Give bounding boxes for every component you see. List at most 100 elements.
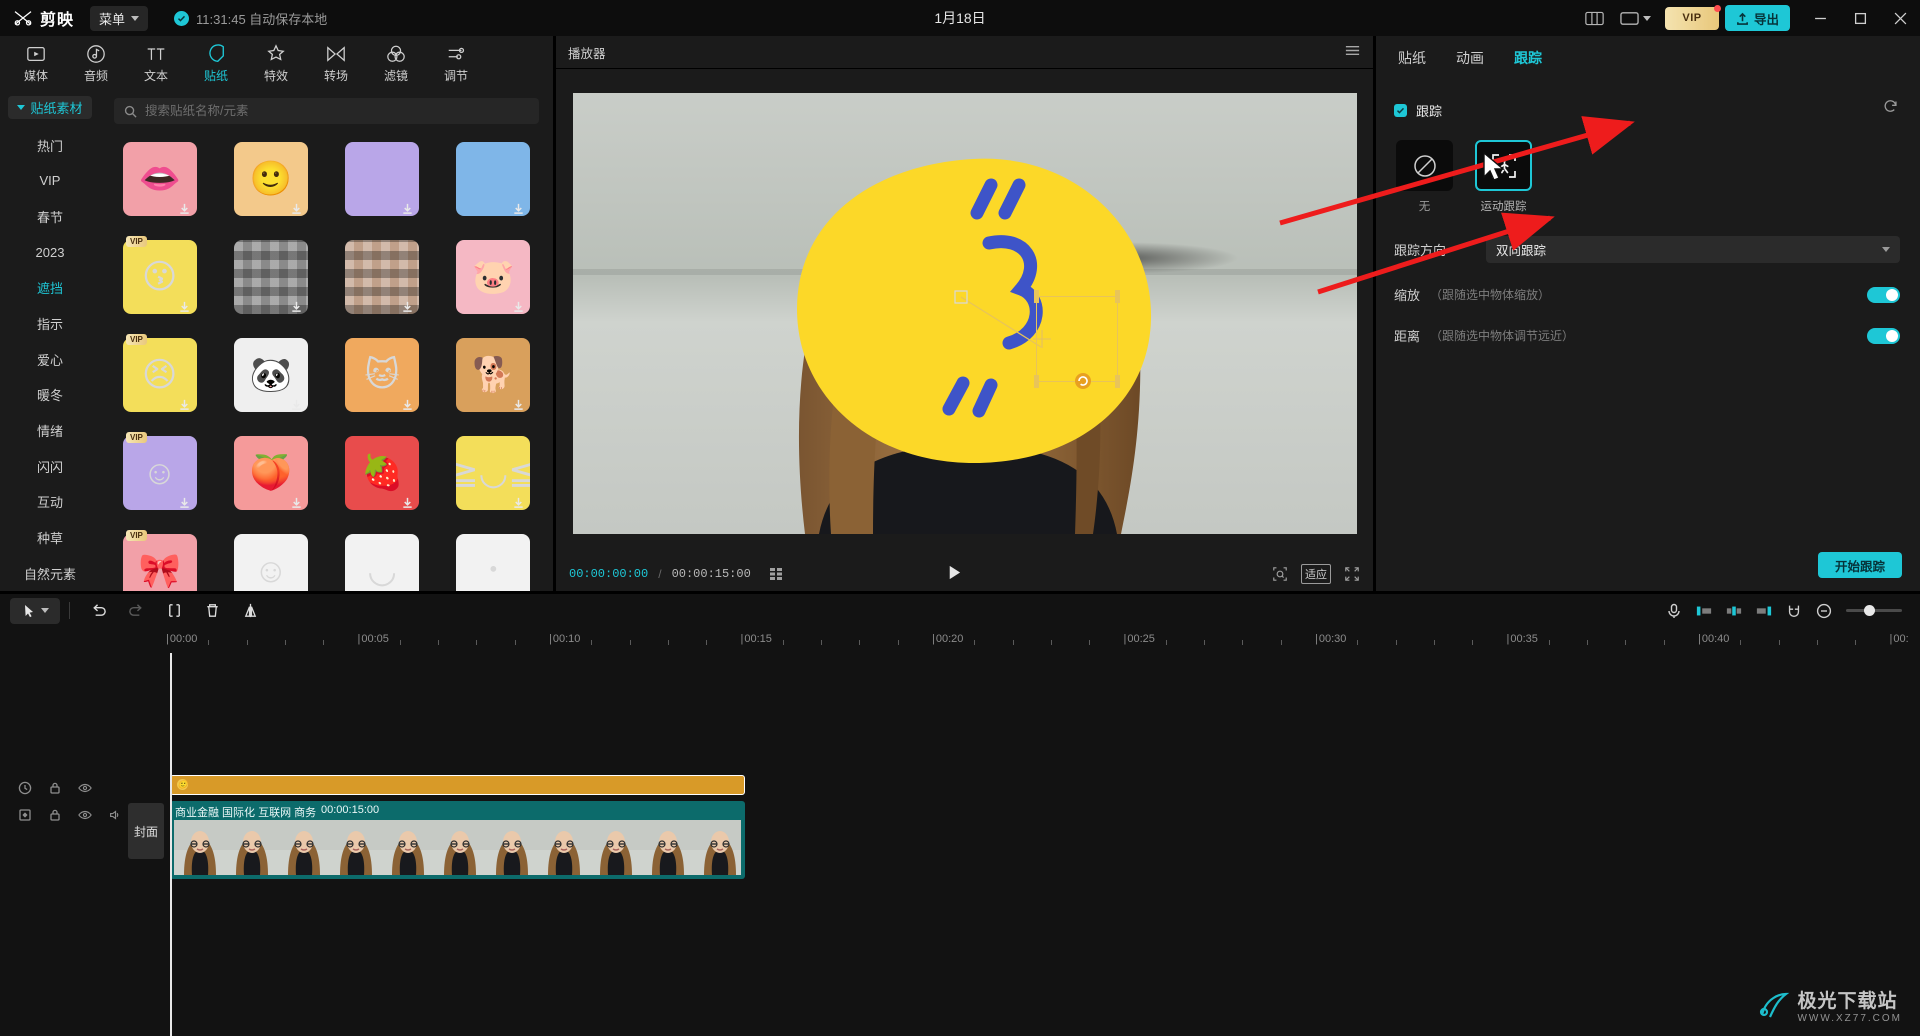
download-icon[interactable] bbox=[178, 300, 191, 316]
sticker-item[interactable]: 🐱 bbox=[335, 330, 430, 420]
snapshot-icon[interactable] bbox=[1272, 566, 1288, 582]
zoom-out-button[interactable] bbox=[1816, 603, 1832, 619]
download-icon[interactable] bbox=[290, 300, 303, 316]
sidebar-item-mood[interactable]: 情绪 bbox=[0, 413, 100, 449]
lock-icon[interactable] bbox=[48, 808, 62, 822]
download-icon[interactable] bbox=[512, 202, 525, 218]
distance-toggle[interactable] bbox=[1867, 328, 1900, 344]
player-menu-icon[interactable] bbox=[1344, 42, 1361, 62]
delete-button[interactable] bbox=[193, 598, 231, 624]
download-icon[interactable] bbox=[290, 398, 303, 414]
sidebar-item-indicator[interactable]: 指示 bbox=[0, 306, 100, 342]
cursor-select-button[interactable] bbox=[10, 598, 60, 624]
cover-label[interactable]: 封面 bbox=[128, 803, 164, 859]
sticker-item[interactable]: ≧◡≦ bbox=[446, 428, 541, 518]
sidebar-item-2023[interactable]: 2023 bbox=[0, 234, 100, 270]
align-left-button[interactable] bbox=[1696, 603, 1712, 619]
play-button[interactable] bbox=[945, 564, 962, 584]
lock-icon[interactable] bbox=[48, 781, 62, 795]
search-box[interactable] bbox=[114, 98, 539, 124]
playhead[interactable] bbox=[170, 653, 172, 1036]
sidebar-item-nature[interactable]: 自然元素 bbox=[0, 555, 100, 591]
download-icon[interactable] bbox=[401, 398, 414, 414]
tab-adjust[interactable]: 调节 bbox=[426, 40, 486, 84]
tracking-direction-select[interactable]: 双向跟踪 bbox=[1486, 236, 1900, 263]
vip-button[interactable]: VIP bbox=[1665, 7, 1719, 30]
microphone-button[interactable] bbox=[1666, 603, 1682, 619]
sticker-item[interactable]: 🐷 bbox=[446, 232, 541, 322]
minimize-button[interactable] bbox=[1800, 0, 1840, 36]
tab-sticker-properties[interactable]: 贴纸 bbox=[1398, 48, 1426, 68]
split-button[interactable] bbox=[155, 598, 193, 624]
tab-audio[interactable]: 音频 bbox=[66, 40, 126, 84]
download-icon[interactable] bbox=[512, 496, 525, 512]
sticker-item[interactable]: 🍓 bbox=[335, 428, 430, 518]
timeline-tracks-area[interactable]: 封面 🙂 商业金融 国际化 互联网 商务 00:00:15:00 bbox=[0, 653, 1920, 1036]
tracking-mode-none[interactable]: 无 bbox=[1396, 140, 1453, 214]
tracking-mode-motion[interactable]: 运动跟踪 bbox=[1475, 140, 1532, 214]
download-icon[interactable] bbox=[178, 496, 191, 512]
maximize-button[interactable] bbox=[1840, 0, 1880, 36]
download-icon[interactable] bbox=[401, 300, 414, 316]
tab-filter[interactable]: 滤镜 bbox=[366, 40, 426, 84]
sidebar-item-love[interactable]: 爱心 bbox=[0, 341, 100, 377]
sticker-item[interactable]: 🙂 bbox=[223, 134, 318, 224]
fit-scale-button[interactable]: 适应 bbox=[1301, 564, 1331, 584]
sticker-item[interactable]: ･ bbox=[446, 526, 541, 591]
tab-media[interactable]: 媒体 bbox=[6, 40, 66, 84]
layout-icon[interactable] bbox=[1578, 0, 1612, 36]
sticker-item[interactable]: VIP☺ bbox=[112, 428, 207, 518]
video-clip[interactable]: 商业金融 国际化 互联网 商务 00:00:15:00 bbox=[170, 801, 745, 879]
scale-toggle[interactable] bbox=[1867, 287, 1900, 303]
video-canvas[interactable] bbox=[573, 93, 1357, 534]
download-icon[interactable] bbox=[401, 496, 414, 512]
export-button[interactable]: 导出 bbox=[1725, 5, 1790, 31]
sticker-item[interactable] bbox=[335, 232, 430, 322]
fullscreen-icon[interactable] bbox=[1344, 566, 1360, 582]
sidebar-item-recommend[interactable]: 种草 bbox=[0, 520, 100, 556]
sticker-clip[interactable]: 🙂 bbox=[170, 775, 745, 795]
sticker-item[interactable] bbox=[335, 134, 430, 224]
sticker-library-header[interactable]: 贴纸素材 bbox=[8, 96, 92, 119]
timeline-ruler[interactable]: 00:0000:0500:1000:1500:2000:2500:3000:35… bbox=[0, 627, 1920, 653]
sticker-item[interactable]: 👄 bbox=[112, 134, 207, 224]
tab-effect[interactable]: 特效 bbox=[246, 40, 306, 84]
keyframe-icon[interactable] bbox=[18, 808, 32, 822]
tracking-checkbox[interactable] bbox=[1394, 104, 1407, 117]
start-tracking-button[interactable]: 开始跟踪 bbox=[1818, 552, 1902, 578]
redo-button[interactable] bbox=[117, 598, 155, 624]
eye-icon[interactable] bbox=[78, 808, 92, 822]
sticker-item[interactable] bbox=[446, 134, 541, 224]
snap-magnet-button[interactable] bbox=[1786, 603, 1802, 619]
undo-button[interactable] bbox=[79, 598, 117, 624]
menu-button[interactable]: 菜单 bbox=[90, 6, 148, 31]
eye-icon[interactable] bbox=[78, 781, 92, 795]
sticker-item[interactable]: 🐕 bbox=[446, 330, 541, 420]
tab-text[interactable]: 文本 bbox=[126, 40, 186, 84]
search-input[interactable] bbox=[145, 104, 529, 118]
download-icon[interactable] bbox=[512, 398, 525, 414]
download-icon[interactable] bbox=[401, 202, 414, 218]
volume-icon[interactable] bbox=[108, 808, 122, 822]
align-center-button[interactable] bbox=[1726, 603, 1742, 619]
aspect-ratio-selector[interactable] bbox=[1612, 9, 1659, 28]
sidebar-item-hot[interactable]: 热门 bbox=[0, 127, 100, 163]
sidebar-item-spring-festival[interactable]: 春节 bbox=[0, 199, 100, 235]
reset-icon[interactable] bbox=[1883, 99, 1898, 117]
sidebar-item-cover[interactable]: 遮挡 bbox=[0, 270, 100, 306]
grid-icon[interactable] bbox=[769, 566, 785, 582]
tab-sticker[interactable]: 贴纸 bbox=[186, 40, 246, 84]
download-icon[interactable] bbox=[178, 398, 191, 414]
tab-animation[interactable]: 动画 bbox=[1456, 48, 1484, 68]
sidebar-item-interactive[interactable]: 互动 bbox=[0, 484, 100, 520]
download-icon[interactable] bbox=[290, 202, 303, 218]
sticker-item[interactable]: VIP😣 bbox=[112, 330, 207, 420]
sticker-selection-box[interactable] bbox=[1036, 296, 1118, 382]
sticker-item[interactable]: 🐼 bbox=[223, 330, 318, 420]
align-right-button[interactable] bbox=[1756, 603, 1772, 619]
sticker-item[interactable]: 🍑 bbox=[223, 428, 318, 518]
sticker-item[interactable]: VIP😗 bbox=[112, 232, 207, 322]
download-icon[interactable] bbox=[290, 496, 303, 512]
sidebar-item-sparkle[interactable]: 闪闪 bbox=[0, 448, 100, 484]
download-icon[interactable] bbox=[178, 202, 191, 218]
